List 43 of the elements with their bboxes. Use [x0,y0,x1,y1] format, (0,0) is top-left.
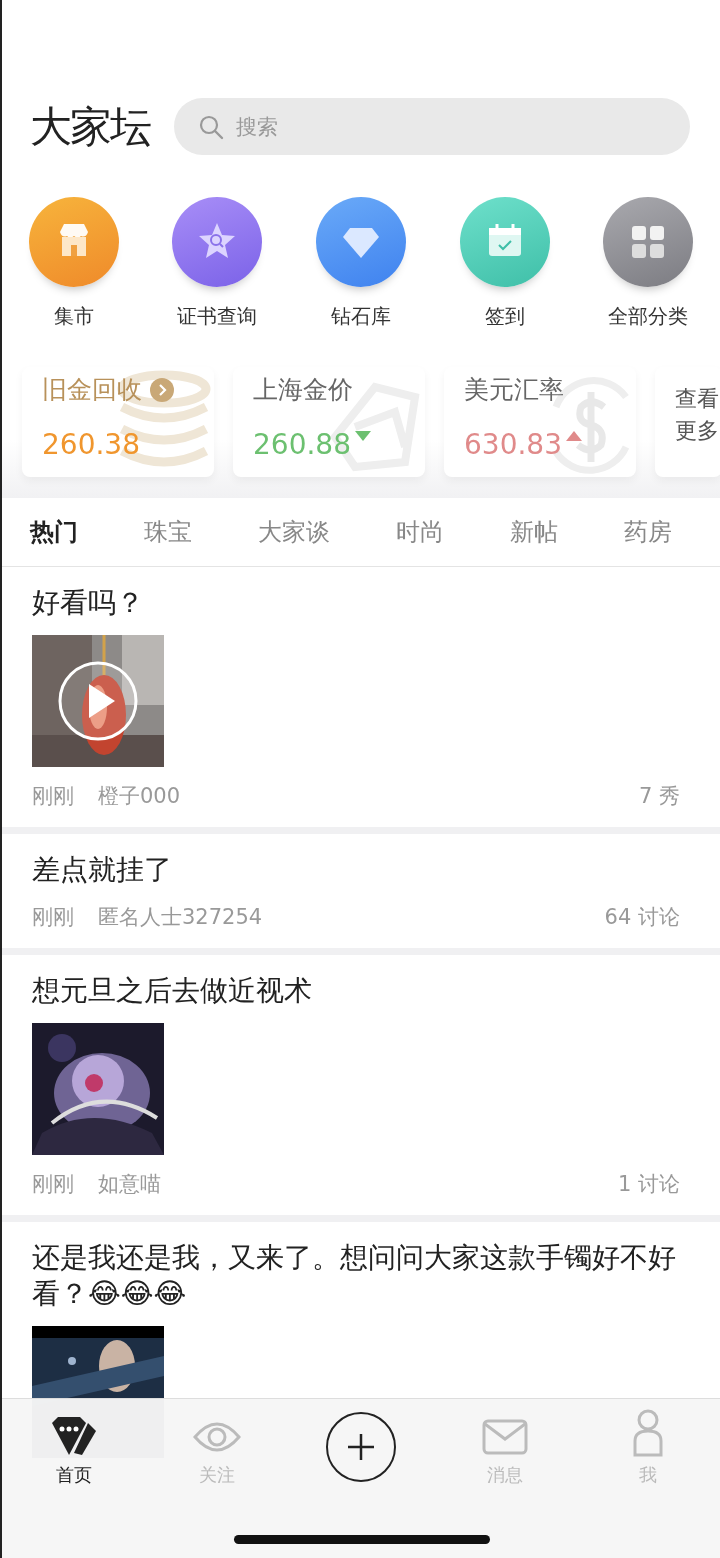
category-tab[interactable]: 药房 [624,514,672,550]
shortcut-label: 签到 [484,303,525,330]
post-title[interactable]: 想元旦之后去做近视术 [32,973,680,1009]
logo: 大家坛 [30,101,150,153]
post-time: 刚刚 [32,1171,74,1198]
post-stat: 7 秀 [638,783,680,810]
post-author[interactable]: 如意喵 [98,1169,161,1199]
post-title[interactable]: 差点就挂了 [32,852,680,888]
price-card[interactable]: 旧金回收 260.38 [22,367,214,477]
nav-tab[interactable]: 首页 [23,1409,124,1489]
price-title: 美元汇率 [464,374,564,406]
price-card[interactable]: 上海金价 260.88 [233,367,425,477]
post-stat: 64 讨论 [604,904,680,931]
more-card[interactable]: 查看更多 [655,367,720,477]
person-icon [632,1409,665,1457]
category-tab[interactable]: 大家谈 [258,514,330,550]
post-stat: 1 讨论 [617,1171,680,1198]
category-tab[interactable]: 珠宝 [144,514,192,550]
shortcut-label: 证书查询 [177,303,258,330]
category-tab[interactable]: 新帖 [510,514,558,550]
shortcut-label: 钻石库 [331,303,391,330]
category-tab[interactable]: 热门 [30,514,78,550]
category-tab[interactable]: 时尚 [396,514,444,550]
price-value: 260.88 [253,427,351,463]
shortcut-label: 全部分类 [608,303,689,330]
post-author[interactable]: 匿名人士327254 [98,902,263,932]
compose-button[interactable] [326,1412,396,1482]
price-value: 260.38 [42,427,140,463]
shortcut-label: 集市 [53,303,94,330]
price-title: 旧金回收 [42,374,142,406]
price-card[interactable]: 美元汇率 630.83 [444,367,636,477]
chevron-icon[interactable] [150,378,174,402]
price-title: 上海金价 [253,374,353,406]
post-author[interactable]: 橙子000 [98,781,181,811]
post-title[interactable]: 还是我还是我，又来了。想问问大家这款手镯好不好看？😂😂😂 [32,1240,680,1312]
more-link[interactable]: 查看更多 [675,383,719,447]
post-time: 刚刚 [32,904,74,931]
price-value: 630.83 [464,427,562,463]
post-title[interactable]: 好看吗？ [32,585,680,621]
post-time: 刚刚 [32,783,74,810]
search-field[interactable]: 搜索 [174,98,690,155]
play-icon[interactable] [57,660,139,742]
plus-icon [346,1432,376,1462]
